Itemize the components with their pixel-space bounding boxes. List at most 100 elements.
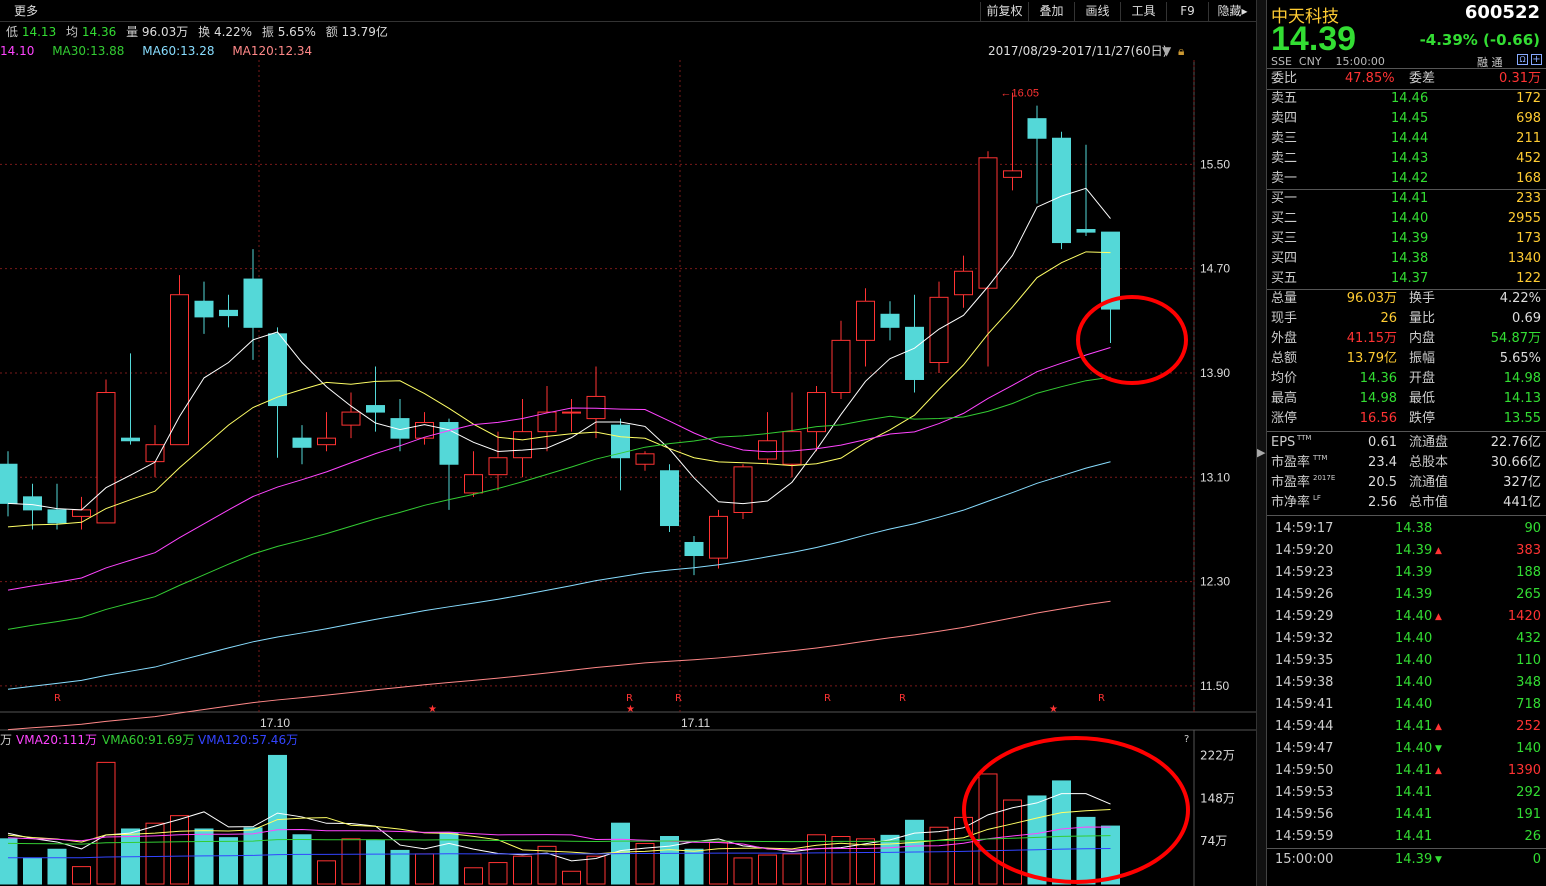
tick-volume: 383 xyxy=(1516,543,1541,558)
panel-collapse-handle[interactable]: ▶ xyxy=(1256,0,1266,886)
tick-row: 14:59:29 14.40 1420 ▲ xyxy=(1267,607,1546,627)
chevron-right-icon: ▶ xyxy=(1257,446,1266,459)
lock-icon[interactable]: 🔒︎ xyxy=(1178,42,1184,60)
kline-chart[interactable]: 15.50 14.70 13.90 13.10 12.30 11.50 17.10 17.11… xyxy=(0,0,1256,886)
chart-toolbar: 更多 前复权 叠加 画线 工具 F9 隐藏▸ xyxy=(0,0,1256,22)
fund-superscript: LF xyxy=(1313,494,1321,502)
y-tick-label: 15.50 xyxy=(1200,157,1230,171)
bid-price: 14.41 xyxy=(1391,191,1429,206)
volume-bar xyxy=(47,848,67,885)
tick-price: 14.40 xyxy=(1395,697,1433,712)
overlay-button[interactable]: 叠加 xyxy=(1028,2,1074,21)
stat-value: 14.98 xyxy=(1359,391,1397,406)
draw-button[interactable]: 画线 xyxy=(1074,2,1120,21)
stat-label: 最高 xyxy=(1271,391,1298,406)
tools-button[interactable]: 工具 xyxy=(1120,2,1166,21)
stat-label: 开盘 xyxy=(1409,371,1436,386)
candle-body xyxy=(1003,170,1022,178)
arrow-up-icon: ▲ xyxy=(1435,722,1442,732)
bid-volume: 173 xyxy=(1516,231,1541,246)
tick-volume: 718 xyxy=(1516,697,1541,712)
fundamental-row: 市净率 2.56 总市值 441亿 LF xyxy=(1267,493,1546,513)
tick-time: 14:59:38 xyxy=(1275,675,1334,690)
volume-tick-label: 222万 xyxy=(1200,748,1235,762)
ask-label: 卖三 xyxy=(1271,131,1298,146)
volume-bar xyxy=(72,866,91,885)
ask-row: 卖一 14.42 168 xyxy=(1267,169,1546,189)
ask-price: 14.44 xyxy=(1391,131,1429,146)
tick-price: 14.39 xyxy=(1395,543,1433,558)
volume-bar xyxy=(660,836,679,885)
bid-price: 14.39 xyxy=(1391,231,1429,246)
bid-volume: 2955 xyxy=(1507,211,1541,226)
tick-row: 14:59:56 14.41 191 xyxy=(1267,805,1546,825)
volume-tick-label: 148万 xyxy=(1200,791,1235,805)
adjust-button[interactable]: 前复权 xyxy=(980,2,1028,21)
fundamental-row: 市盈率 23.4 总股本 30.66亿 TTM xyxy=(1267,453,1546,473)
candle-body xyxy=(978,157,998,289)
stat-label: 内盘 xyxy=(1409,331,1436,346)
tick-price: 14.41 xyxy=(1395,763,1433,778)
stats-row: 最高 14.98 最低 14.13 xyxy=(1267,389,1546,409)
arrow-up-icon: ▲ xyxy=(1435,766,1442,776)
tick-price: 14.39 xyxy=(1395,565,1433,580)
event-marker: R xyxy=(54,693,61,704)
vma-legend-vma60: VMA60:91.69万 xyxy=(102,733,194,747)
fund-label: 市盈率 xyxy=(1271,455,1311,470)
bid-row: 买一 14.41 233 xyxy=(1267,189,1546,209)
stat-value: 26 xyxy=(1380,311,1397,326)
tick-time: 14:59:47 xyxy=(1275,741,1334,756)
stat-label: 外盘 xyxy=(1271,331,1298,346)
fund-value: 0.61 xyxy=(1368,435,1397,450)
ask-row: 卖二 14.43 452 xyxy=(1267,149,1546,169)
more-button[interactable]: 更多 xyxy=(8,2,44,21)
stat-label: 振幅 xyxy=(1409,351,1436,366)
volume-bar xyxy=(366,840,385,885)
tick-price: 14.41 xyxy=(1395,807,1433,822)
stat-value: 4.22% xyxy=(1499,291,1541,306)
fund-value: 327亿 xyxy=(1503,475,1541,490)
vma-legend-prefix: 万 xyxy=(0,733,12,747)
event-marker: R xyxy=(675,693,682,704)
fund-superscript: TTM xyxy=(1297,434,1312,442)
ask-label: 卖二 xyxy=(1271,151,1298,166)
volume-bar xyxy=(317,860,336,885)
bid-label: 买四 xyxy=(1271,251,1298,266)
volume-bar xyxy=(635,842,655,885)
hide-button[interactable]: 隐藏▸ xyxy=(1208,2,1256,21)
tick-volume: 191 xyxy=(1516,807,1541,822)
arrow-down-icon: ▼ xyxy=(1435,855,1442,865)
tick-volume: 348 xyxy=(1516,675,1541,690)
stat-label: 换手 xyxy=(1409,291,1436,306)
volume-bar xyxy=(219,837,238,885)
bid-row: 买四 14.38 1340 xyxy=(1267,249,1546,269)
x-tick-label: 17.10 xyxy=(260,716,290,730)
info-bar: 低 14.13 均 14.36 量 96.03万 换 4.22% 振 5.65%… xyxy=(6,25,388,39)
tick-row: 14:59:38 14.40 348 xyxy=(1267,673,1546,693)
tick-row: 14:59:35 14.40 110 xyxy=(1267,651,1546,671)
tick-time: 14:59:26 xyxy=(1275,587,1334,602)
stat-value: 13.55 xyxy=(1503,411,1541,426)
tick-time: 14:59:32 xyxy=(1275,631,1334,646)
candle-body xyxy=(782,431,802,465)
event-marker: R xyxy=(824,693,831,704)
stats-row: 总额 13.79亿 振幅 5.65% xyxy=(1267,349,1546,369)
fund-value: 441亿 xyxy=(1503,495,1541,510)
add-watch-icon[interactable]: + xyxy=(1531,54,1542,65)
fund-superscript: TTM xyxy=(1313,454,1328,462)
stat-value: 16.56 xyxy=(1359,411,1397,426)
range-dropdown-icon[interactable]: ▼ xyxy=(1162,42,1171,60)
stat-label: 总量 xyxy=(1271,291,1298,306)
arrow-down-icon: ▼ xyxy=(1435,744,1442,754)
volume-bar xyxy=(562,870,581,885)
bid-row: 买三 14.39 173 xyxy=(1267,229,1546,249)
volume-bar xyxy=(390,849,410,885)
stat-value: 54.87万 xyxy=(1490,331,1541,346)
candle-body xyxy=(366,405,385,413)
candle-body xyxy=(96,392,116,524)
stat-label: 涨停 xyxy=(1271,411,1298,426)
alert-icon[interactable]: Ω xyxy=(1517,54,1528,65)
date-range: 2017/08/29-2017/11/27(60日) xyxy=(988,44,1168,58)
ma120-value: MA120:12.34 xyxy=(232,44,313,58)
f9-button[interactable]: F9 xyxy=(1166,2,1208,21)
